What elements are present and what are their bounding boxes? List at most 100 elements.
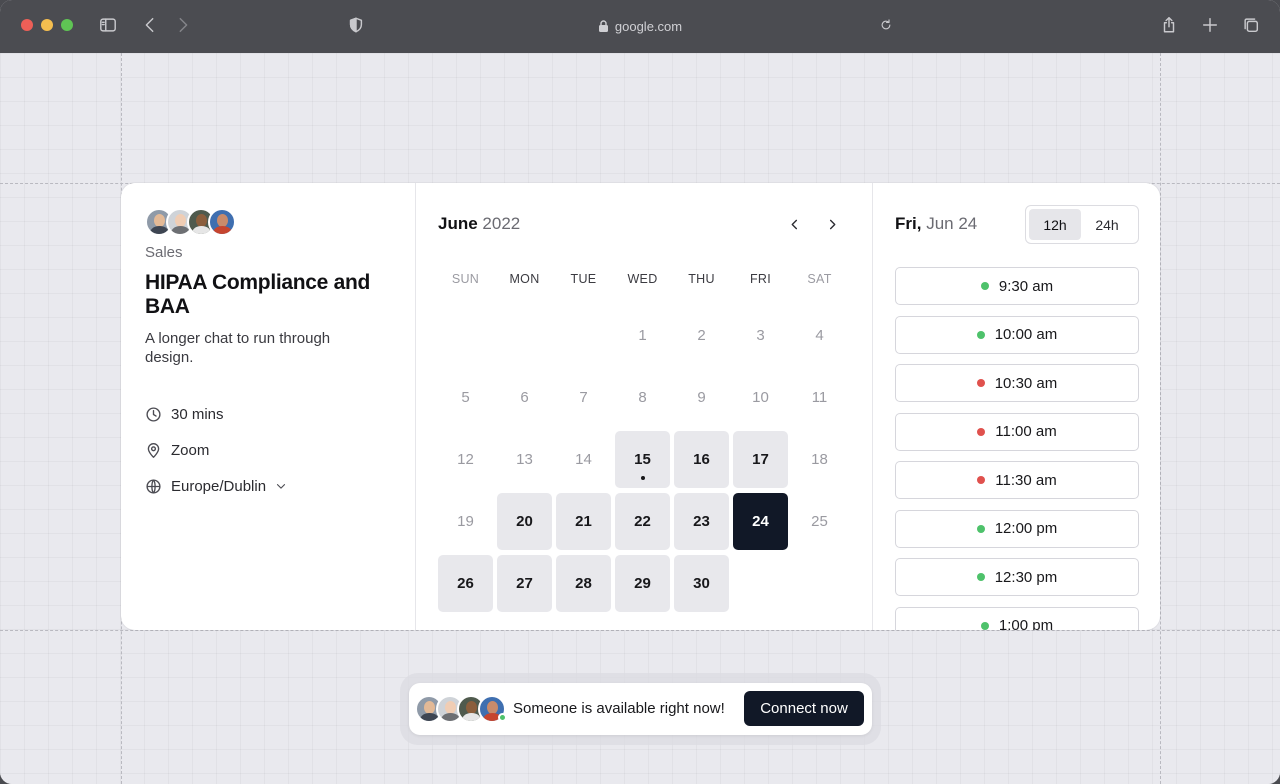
day-number: 7 bbox=[579, 389, 588, 406]
calendar-day-17[interactable]: 17 bbox=[733, 431, 788, 488]
time-slot-label: 9:30 am bbox=[998, 277, 1054, 295]
chevron-left-icon bbox=[791, 219, 797, 229]
shield-icon[interactable] bbox=[345, 14, 367, 36]
weekday-tue: TUE bbox=[570, 272, 597, 286]
connect-now-button[interactable]: Connect now bbox=[744, 691, 864, 726]
calendar-day-6: 6 bbox=[497, 369, 552, 426]
day-number: 16 bbox=[693, 451, 710, 468]
browser-window: google.com Sales HIPAA Compliance and BA… bbox=[0, 0, 1280, 784]
time-slot-button[interactable]: 1:00 pm bbox=[895, 606, 1139, 630]
map-pin-icon bbox=[147, 442, 160, 458]
chevron-right-icon bbox=[829, 219, 835, 229]
calendar-day-16[interactable]: 16 bbox=[674, 431, 729, 488]
day-number: 17 bbox=[752, 451, 769, 468]
weekday-sun: SUN bbox=[451, 272, 480, 286]
day-number: 20 bbox=[516, 513, 533, 530]
selected-date-text: Jun 24 bbox=[926, 214, 978, 233]
availability-dot bbox=[976, 379, 985, 387]
day-number: 28 bbox=[575, 575, 592, 592]
maximize-window-button[interactable] bbox=[61, 19, 73, 31]
day-number: 22 bbox=[634, 513, 651, 530]
address-text: google.com bbox=[614, 18, 683, 34]
toast-message: Someone is available right now! bbox=[513, 700, 725, 717]
time-slot-button[interactable]: 12:00 pm bbox=[895, 509, 1139, 548]
month-name: June bbox=[438, 214, 478, 233]
day-number: 2 bbox=[697, 327, 706, 344]
team-name: Sales bbox=[145, 244, 183, 261]
tabs-icon[interactable] bbox=[1240, 14, 1262, 36]
calendar-day-30[interactable]: 30 bbox=[674, 555, 729, 612]
calendar-day-14: 14 bbox=[556, 431, 611, 488]
calendar-day-4: 4 bbox=[792, 307, 847, 364]
timezone-text: Europe/Dublin bbox=[171, 477, 267, 495]
reload-icon[interactable] bbox=[875, 14, 897, 36]
calendar-day-22[interactable]: 22 bbox=[615, 493, 670, 550]
duration-row: 30 mins bbox=[145, 404, 224, 424]
guide-line bbox=[0, 630, 1280, 631]
day-number: 9 bbox=[697, 389, 706, 406]
forward-icon[interactable] bbox=[172, 14, 194, 36]
day-number: 14 bbox=[575, 451, 592, 468]
selected-date: Fri, Jun 24 bbox=[895, 214, 977, 234]
weekday-sat: SAT bbox=[807, 272, 832, 286]
day-number: 29 bbox=[634, 575, 651, 592]
availability-dot bbox=[977, 476, 986, 484]
back-icon[interactable] bbox=[139, 14, 161, 36]
weekday-fri: FRI bbox=[749, 272, 772, 286]
time-slot-button[interactable]: 9:30 am bbox=[895, 267, 1139, 305]
calendar-day-24[interactable]: 24 bbox=[733, 493, 788, 550]
month-label: June 2022 bbox=[438, 214, 520, 234]
calendar-day-10: 10 bbox=[733, 369, 788, 426]
day-number: 27 bbox=[516, 575, 533, 592]
weekday-thu: THU bbox=[688, 272, 715, 286]
address-bar[interactable]: google.com bbox=[560, 16, 720, 36]
calendar-day-28[interactable]: 28 bbox=[556, 555, 611, 612]
time-slot-button[interactable]: 11:00 am bbox=[895, 412, 1139, 451]
minimize-window-button[interactable] bbox=[41, 19, 53, 31]
timezone-selector[interactable]: Europe/Dublin bbox=[145, 476, 288, 496]
time-slot-label: 12:30 pm bbox=[994, 568, 1058, 586]
time-slot-button[interactable]: 11:30 am bbox=[895, 461, 1139, 499]
calendar-day-29[interactable]: 29 bbox=[615, 555, 670, 612]
calendar-day-23[interactable]: 23 bbox=[674, 493, 729, 550]
time-slot-button[interactable]: 12:30 pm bbox=[895, 558, 1139, 596]
share-icon[interactable] bbox=[1158, 14, 1180, 36]
event-title: HIPAA Compliance and BAA bbox=[145, 271, 371, 318]
time-slot-label: 1:00 pm bbox=[998, 617, 1054, 630]
duration-text: 30 mins bbox=[171, 405, 224, 423]
availability-dot bbox=[977, 427, 986, 436]
calendar-day-20[interactable]: 20 bbox=[497, 493, 552, 550]
day-number: 5 bbox=[461, 389, 470, 406]
calendar-day-15[interactable]: 15 bbox=[615, 431, 670, 488]
guide-line bbox=[1160, 53, 1161, 784]
calendar-day-21[interactable]: 21 bbox=[556, 493, 611, 550]
calendar-day-27[interactable]: 27 bbox=[497, 555, 552, 612]
time-format-toggle: 12h 24h bbox=[1025, 205, 1139, 244]
month-year: 2022 bbox=[482, 214, 521, 233]
format-24h-option[interactable]: 24h bbox=[1081, 209, 1133, 240]
clock-icon bbox=[146, 406, 161, 422]
availability-toast: Someone is available right now! Connect … bbox=[409, 683, 872, 735]
globe-icon bbox=[146, 478, 161, 494]
sidebar-icon[interactable] bbox=[97, 14, 119, 36]
time-slot-button[interactable]: 10:00 am bbox=[895, 315, 1139, 354]
availability-dot bbox=[976, 524, 985, 533]
calendar-day-1: 1 bbox=[615, 307, 670, 364]
day-number: 15 bbox=[634, 451, 651, 468]
chevron-down-icon bbox=[277, 484, 286, 489]
calendar-day-26[interactable]: 26 bbox=[438, 555, 493, 612]
calendar-day-8: 8 bbox=[615, 369, 670, 426]
day-number: 6 bbox=[520, 389, 529, 406]
next-month-button[interactable] bbox=[821, 213, 843, 235]
browser-toolbar: google.com bbox=[0, 0, 1280, 53]
weekday-mon: MON bbox=[509, 272, 540, 286]
time-slot-button[interactable]: 10:30 am bbox=[895, 364, 1139, 402]
format-12h-option[interactable]: 12h bbox=[1029, 209, 1081, 240]
day-number: 21 bbox=[575, 513, 592, 530]
prev-month-button[interactable] bbox=[783, 213, 805, 235]
new-tab-icon[interactable] bbox=[1199, 14, 1221, 36]
close-window-button[interactable] bbox=[21, 19, 33, 31]
day-number: 26 bbox=[457, 575, 474, 592]
day-number: 13 bbox=[516, 451, 533, 468]
day-number: 19 bbox=[457, 513, 474, 530]
